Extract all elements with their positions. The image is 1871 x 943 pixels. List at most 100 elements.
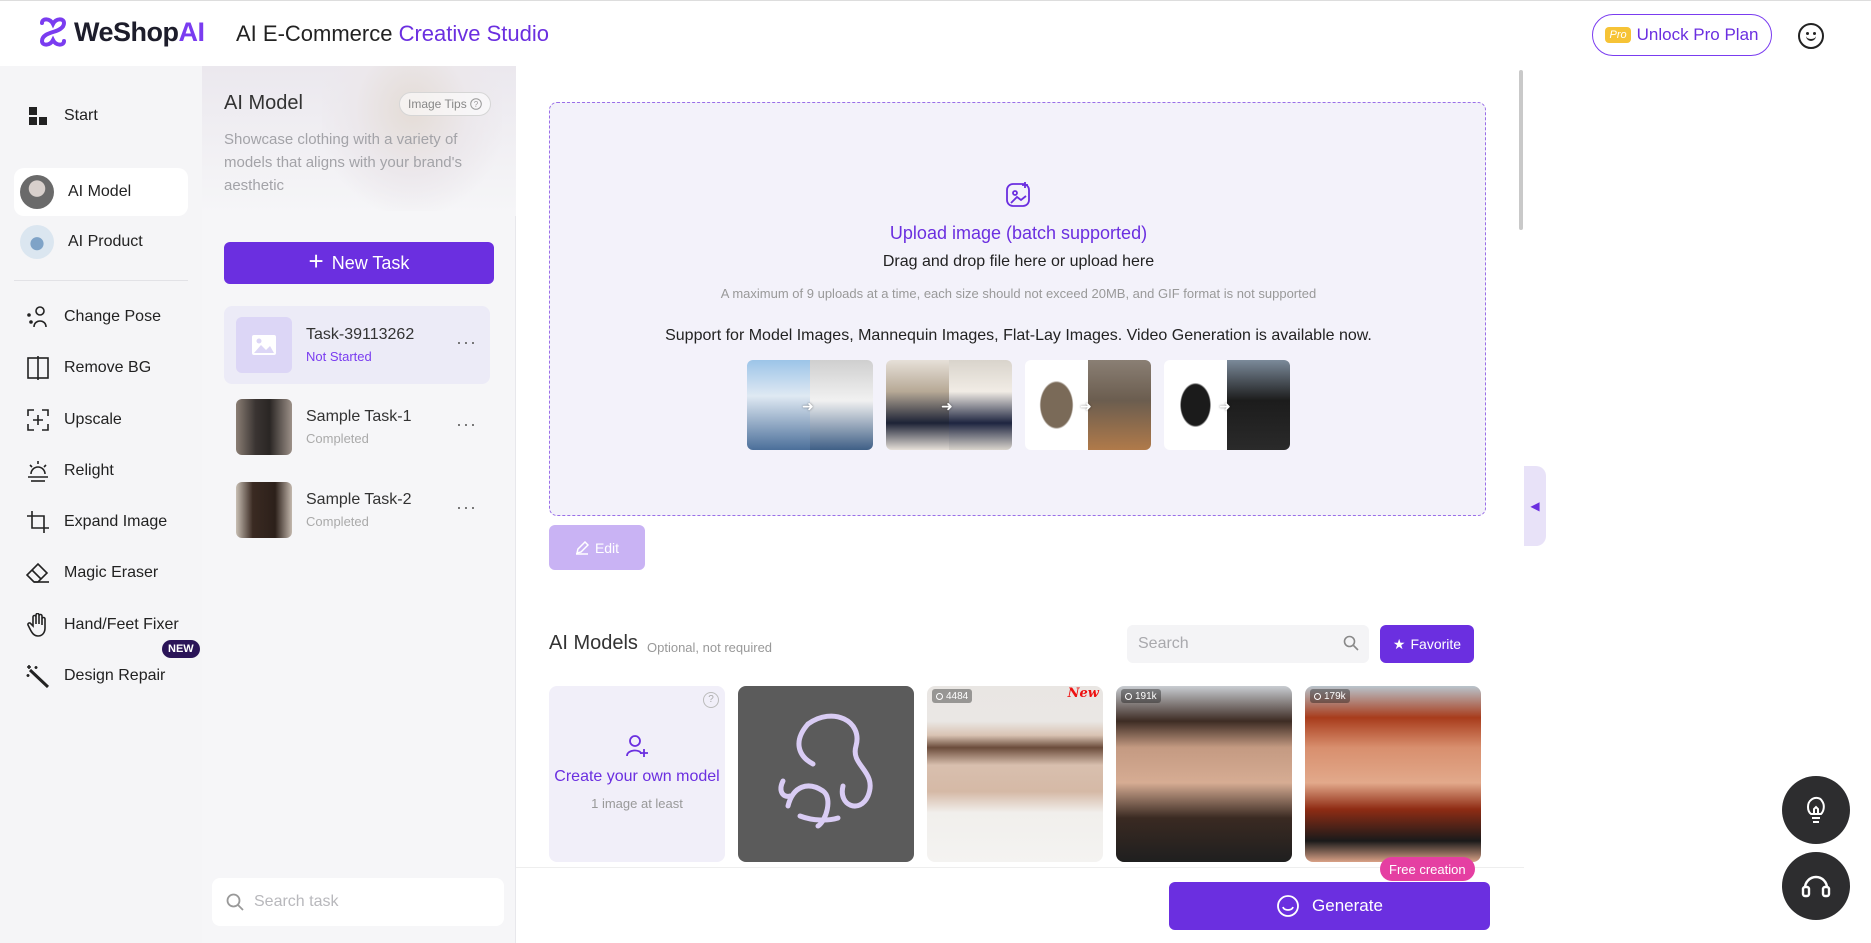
favorite-button[interactable]: ★ Favorite bbox=[1380, 625, 1474, 663]
arrow-icon: ➜ bbox=[1219, 398, 1231, 414]
upload-image-icon bbox=[1006, 182, 1030, 207]
task-item[interactable]: Task-39113262 Not Started ··· bbox=[224, 306, 490, 384]
svg-text:?: ? bbox=[473, 100, 478, 109]
example-mannequin-image: ➜ bbox=[886, 360, 1012, 450]
plus-icon: + bbox=[308, 246, 324, 276]
task-item[interactable]: Sample Task-1 Completed ··· bbox=[224, 388, 490, 466]
upload-hint: A maximum of 9 uploads at a time, each s… bbox=[720, 286, 1317, 301]
sidebar-item-label: Upscale bbox=[64, 411, 122, 428]
relight-icon bbox=[26, 459, 50, 483]
logo-name: WeShop bbox=[74, 16, 179, 47]
sidebar-item-label: Design Repair bbox=[64, 667, 166, 684]
sidebar-item-label: Relight bbox=[64, 462, 114, 479]
smile-icon bbox=[1277, 895, 1299, 917]
search-icon bbox=[1343, 635, 1359, 651]
sidebar-item-relight[interactable]: Relight bbox=[14, 447, 188, 495]
new-task-button[interactable]: + New Task bbox=[224, 242, 494, 284]
pro-badge: Pro bbox=[1605, 27, 1631, 43]
task-name: Sample Task-1 bbox=[306, 408, 412, 425]
tips-fab-button[interactable] bbox=[1782, 776, 1850, 844]
sidebar-divider bbox=[14, 280, 188, 281]
sidebar: Start AI Model AI Product Change Pose Re… bbox=[0, 66, 202, 943]
sidebar-item-magic-eraser[interactable]: Magic Eraser bbox=[14, 549, 188, 597]
usage-count: 179k bbox=[1310, 689, 1350, 703]
logo-ai: AI bbox=[178, 16, 206, 47]
user-avatar-icon[interactable] bbox=[1798, 23, 1824, 49]
sidebar-item-upscale[interactable]: Upscale bbox=[14, 396, 188, 444]
sidebar-item-ai-product[interactable]: AI Product bbox=[14, 218, 188, 266]
model-card[interactable]: 4484 New bbox=[927, 686, 1103, 862]
unlock-pro-button[interactable]: Pro Unlock Pro Plan bbox=[1592, 14, 1772, 56]
app-title-prefix: AI E-Commerce bbox=[236, 21, 399, 46]
new-badge: NEW bbox=[162, 640, 200, 658]
logo[interactable]: WeShopAI bbox=[36, 15, 205, 49]
hand-icon bbox=[26, 613, 50, 637]
eye-icon bbox=[936, 692, 943, 700]
sidebar-item-change-pose[interactable]: Change Pose bbox=[14, 293, 188, 341]
top-bar: WeShopAI AI E-Commerce Creative Studio P… bbox=[0, 0, 1871, 66]
task-name: Sample Task-2 bbox=[306, 491, 412, 508]
model-card[interactable]: 179k bbox=[1305, 686, 1481, 862]
random-model-card[interactable] bbox=[738, 686, 914, 862]
usage-count-value: 191k bbox=[1135, 690, 1157, 702]
sidebar-item-label: Expand Image bbox=[64, 513, 168, 530]
sidebar-item-hand-feet-fixer[interactable]: Hand/Feet Fixer bbox=[14, 601, 188, 649]
sidebar-item-label: Magic Eraser bbox=[64, 564, 159, 581]
create-model-subtitle: 1 image at least bbox=[591, 796, 683, 811]
help-icon: ? bbox=[469, 98, 482, 110]
more-icon[interactable]: ··· bbox=[456, 332, 477, 353]
generate-button[interactable]: Generate bbox=[1169, 882, 1490, 930]
task-status: Completed bbox=[306, 431, 369, 446]
upload-dropzone[interactable]: Upload image (batch supported) Drag and … bbox=[549, 102, 1486, 516]
eye-icon bbox=[1125, 692, 1132, 700]
product-avatar bbox=[20, 225, 54, 259]
arrow-icon: ➜ bbox=[802, 398, 814, 414]
app-title-accent: Creative Studio bbox=[398, 21, 550, 46]
edit-button[interactable]: Edit bbox=[549, 525, 645, 570]
model-card[interactable]: 191k bbox=[1116, 686, 1292, 862]
image-tips-button[interactable]: Image Tips ? bbox=[399, 92, 491, 116]
create-model-card[interactable]: ? Create your own model 1 image at least bbox=[549, 686, 725, 862]
usage-count: 4484 bbox=[932, 689, 973, 703]
help-icon[interactable]: ? bbox=[703, 692, 719, 708]
sidebar-item-ai-model[interactable]: AI Model bbox=[14, 168, 188, 216]
new-tag: New bbox=[1067, 686, 1099, 701]
ai-models-optional: Optional, not required bbox=[647, 640, 773, 655]
logo-icon bbox=[39, 17, 67, 47]
sidebar-item-label: AI Model bbox=[68, 183, 132, 200]
eye-icon bbox=[1314, 692, 1321, 700]
example-video-image: ➜ bbox=[1164, 360, 1290, 450]
model-search-input[interactable]: Search bbox=[1127, 625, 1369, 663]
new-task-label: New Task bbox=[331, 252, 410, 273]
main-scrollbar[interactable] bbox=[1519, 70, 1523, 230]
usage-count-value: 4484 bbox=[946, 690, 969, 702]
more-icon[interactable]: ··· bbox=[456, 497, 477, 518]
create-model-title: Create your own model bbox=[554, 768, 720, 785]
sidebar-item-design-repair[interactable]: Design Repair NEW bbox=[14, 640, 200, 700]
search-task-placeholder: Search task bbox=[254, 893, 339, 910]
usage-count-value: 179k bbox=[1324, 690, 1346, 702]
more-icon[interactable]: ··· bbox=[456, 414, 477, 435]
add-user-icon bbox=[626, 735, 648, 757]
task-status: Completed bbox=[306, 514, 369, 529]
sidebar-item-expand-image[interactable]: Expand Image bbox=[14, 498, 188, 546]
model-search-placeholder: Search bbox=[1138, 635, 1189, 652]
search-task-input[interactable]: Search task bbox=[212, 878, 504, 926]
task-item[interactable]: Sample Task-2 Completed ··· bbox=[224, 471, 490, 549]
generate-label: Generate bbox=[1312, 896, 1383, 915]
caret-left-icon: ◀ bbox=[1530, 499, 1540, 513]
grid-icon bbox=[26, 104, 50, 128]
arrow-icon: ➜ bbox=[1080, 398, 1092, 414]
upload-title: Upload image (batch supported) bbox=[889, 223, 1148, 243]
collapse-panel-toggle[interactable]: ◀ bbox=[1524, 466, 1546, 546]
pose-icon bbox=[26, 305, 50, 329]
panel-title: AI Model bbox=[224, 92, 303, 114]
image-tips-label: Image Tips bbox=[408, 97, 467, 111]
sidebar-item-start[interactable]: Start bbox=[14, 92, 188, 140]
model-avatar bbox=[20, 175, 54, 209]
sidebar-item-label: Start bbox=[64, 107, 98, 124]
sidebar-item-remove-bg[interactable]: Remove BG bbox=[14, 344, 188, 392]
edit-icon bbox=[575, 540, 589, 555]
support-fab-button[interactable] bbox=[1782, 852, 1850, 920]
crop-icon bbox=[26, 510, 50, 534]
